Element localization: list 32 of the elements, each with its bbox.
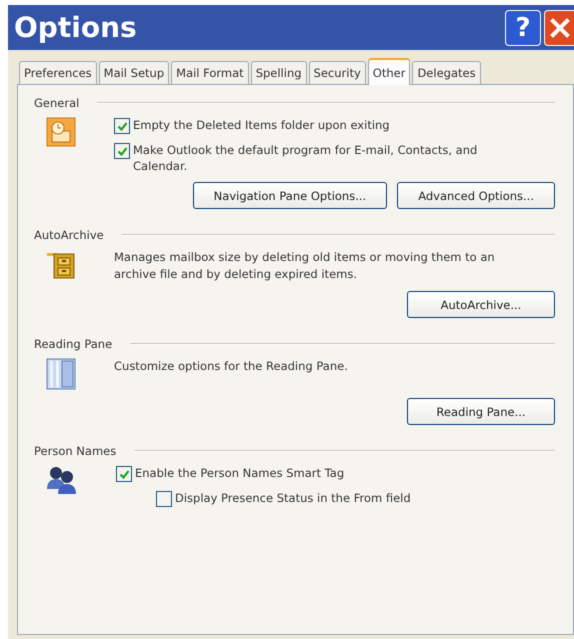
tab[interactable]: Preferences <box>19 61 97 84</box>
checkbox-label: Display Presence Status in the From field <box>175 490 411 506</box>
option-button[interactable]: Advanced Options... <box>397 182 555 209</box>
description-text: Manages mailbox size by deleting old items or moving them to an archive file and by deleting expired items. <box>114 249 496 283</box>
checkbox[interactable] <box>156 491 172 507</box>
calendar-icon <box>46 117 76 147</box>
section-title: AutoArchive <box>34 228 104 242</box>
tab[interactable]: Other <box>368 58 410 85</box>
tab[interactable]: Mail Setup <box>98 61 170 84</box>
option-button[interactable]: Reading Pane... <box>407 398 555 425</box>
checkbox[interactable] <box>114 143 130 159</box>
window-title: Options <box>14 11 137 44</box>
close-icon <box>548 16 570 38</box>
tab[interactable]: Delegates <box>412 61 481 84</box>
checkbox-label: Empty the Deleted Items folder upon exiting <box>133 117 390 133</box>
tab[interactable]: Spelling <box>250 61 307 84</box>
reading-pane-icon <box>46 358 76 390</box>
section-title: General <box>34 96 80 110</box>
checkbox-label: Make Outlook the default program for E-mail, Contacts, and Calendar. <box>133 142 478 174</box>
section-title: Reading Pane <box>34 337 112 351</box>
tab[interactable]: Mail Format <box>171 61 249 84</box>
checkbox[interactable] <box>116 466 132 482</box>
close-button[interactable] <box>544 10 574 46</box>
help-button[interactable]: ? <box>505 10 541 46</box>
tab[interactable]: Security <box>308 61 366 84</box>
checkbox-label: Enable the Person Names Smart Tag <box>135 465 344 481</box>
option-button[interactable]: AutoArchive... <box>407 291 555 318</box>
option-button[interactable]: Navigation Pane Options... <box>192 182 388 209</box>
people-icon <box>46 465 78 495</box>
checkbox[interactable] <box>114 118 130 134</box>
description-text: Customize options for the Reading Pane. <box>114 358 349 375</box>
section-title: Person Names <box>34 444 116 458</box>
